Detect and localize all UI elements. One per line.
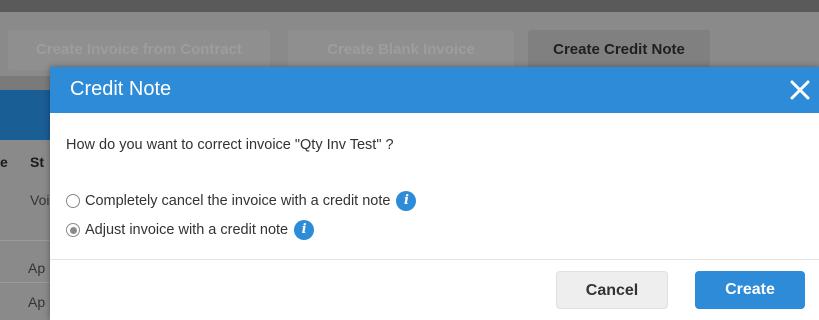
status-cell: Voi xyxy=(30,192,50,208)
footer-divider xyxy=(50,259,819,260)
radio-cancel-invoice[interactable] xyxy=(66,194,80,208)
invoice-table: e St Voi Ap Ap xyxy=(0,140,52,320)
create-credit-note-button[interactable]: Create Credit Note xyxy=(528,30,710,70)
dialog-question: How do you want to correct invoice "Qty … xyxy=(66,137,394,153)
table-header-band xyxy=(0,90,52,140)
close-button[interactable] xyxy=(779,67,819,113)
row-divider xyxy=(0,282,52,283)
option-cancel-invoice[interactable]: Completely cancel the invoice with a cre… xyxy=(66,190,417,212)
radio-adjust-invoice[interactable] xyxy=(66,223,80,237)
info-icon[interactable]: i xyxy=(294,220,315,240)
credit-note-dialog: Credit Note How do you want to correct i… xyxy=(50,67,819,320)
close-icon xyxy=(790,80,810,100)
cancel-button[interactable]: Cancel xyxy=(556,271,668,309)
create-button[interactable]: Create xyxy=(695,271,805,309)
option-label: Completely cancel the invoice with a cre… xyxy=(85,193,391,209)
dialog-title: Credit Note xyxy=(70,78,172,100)
column-header-status-partial: St xyxy=(30,154,44,170)
option-label: Adjust invoice with a credit note xyxy=(85,222,289,238)
info-icon[interactable]: i xyxy=(396,191,417,211)
app-top-bar xyxy=(0,0,819,12)
option-adjust-invoice[interactable]: Adjust invoice with a credit note i xyxy=(66,219,315,241)
status-cell: Ap xyxy=(28,294,46,310)
column-header-partial: e xyxy=(0,154,8,170)
create-invoice-from-contract-button[interactable]: Create Invoice from Contract xyxy=(8,30,270,70)
create-blank-invoice-button[interactable]: Create Blank Invoice xyxy=(288,30,514,70)
status-cell: Ap xyxy=(28,260,46,276)
dialog-header: Credit Note xyxy=(50,67,819,113)
row-divider xyxy=(0,240,52,241)
